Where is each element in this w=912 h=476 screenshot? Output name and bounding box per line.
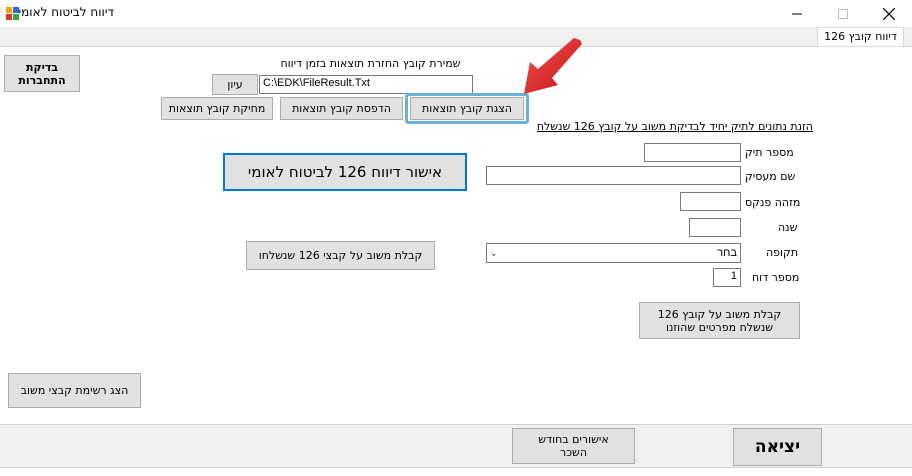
file-number-input[interactable] — [644, 143, 741, 162]
tab-report-126[interactable]: דיווח קובץ 126 — [817, 27, 904, 47]
report-number-input[interactable]: 1 — [713, 268, 741, 287]
close-button[interactable] — [866, 0, 912, 27]
period-select-value: בחר — [717, 247, 737, 259]
check-connection-button[interactable]: בדיקת התחברות — [4, 55, 80, 92]
minimize-button[interactable] — [774, 0, 820, 27]
tab-strip — [0, 27, 912, 47]
result-file-path-input[interactable]: C:\EDK\FileResult.Txt — [259, 75, 473, 94]
period-label: תקופה — [766, 246, 799, 259]
delete-results-file-button[interactable]: מחיקת קובץ תוצאות — [161, 97, 273, 120]
monthly-approvals-button[interactable]: אישורים בחודש השכר — [512, 428, 635, 464]
show-feedback-list-button[interactable]: הצג רשימת קבצי משוב — [8, 373, 141, 408]
receive-feedback-details-button[interactable]: קבלת משוב על קובץ 126 שנשלח מפרטים שהוזנ… — [639, 302, 800, 339]
ledger-id-input[interactable] — [680, 192, 741, 211]
close-icon — [883, 7, 895, 20]
year-input[interactable] — [689, 218, 741, 237]
form-heading: הזנת נתונים לתיק יחיד לבדיקת משוב על קוב… — [536, 120, 813, 133]
period-select[interactable]: ⌄ בחר — [486, 243, 741, 263]
file-number-label: מספר תיק — [745, 146, 794, 159]
year-label: שנה — [778, 221, 798, 234]
employer-name-label: שם מעסיק — [745, 170, 796, 183]
exit-button[interactable]: יציאה — [733, 428, 822, 466]
minimize-icon — [792, 13, 802, 14]
save-file-label: שמירת קובץ החזרת תוצאות בזמן דיווח — [280, 57, 461, 70]
print-results-file-button[interactable]: הדפסת קובץ תוצאות — [280, 97, 403, 120]
maximize-button[interactable] — [820, 0, 866, 27]
report-number-label: מספר דוח — [752, 271, 800, 284]
ledger-id-label: מזהה פנקס — [745, 196, 801, 209]
employer-name-input[interactable] — [486, 166, 741, 185]
receive-feedback-sent-button[interactable]: קבלת משוב על קבצי 126 שנשלחו — [246, 241, 435, 270]
show-results-file-button[interactable]: הצגת קובץ תוצאות — [410, 97, 524, 120]
window-title: דיווח לביטוח לאומי — [18, 5, 114, 19]
maximize-icon — [838, 8, 848, 19]
browse-button[interactable]: עיון — [212, 74, 258, 95]
app-icon — [6, 7, 19, 20]
approve-report-button[interactable]: אישור דיווח 126 לביטוח לאומי — [223, 153, 467, 191]
chevron-down-icon: ⌄ — [490, 247, 498, 258]
red-arrow-icon — [524, 38, 582, 94]
